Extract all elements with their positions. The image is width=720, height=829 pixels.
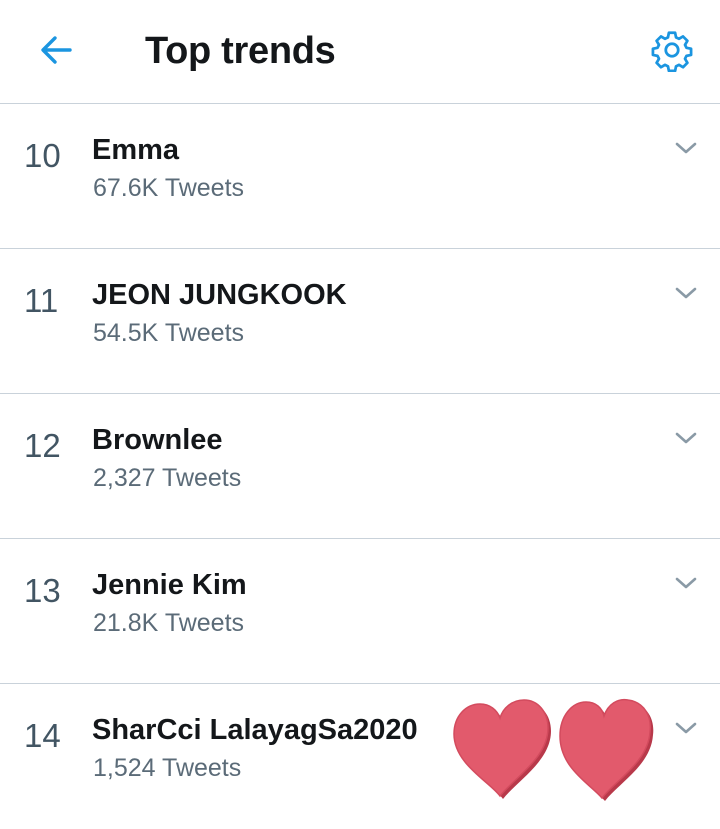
chevron-down-icon	[675, 577, 697, 589]
top-bar: Top trends	[0, 0, 720, 104]
settings-button[interactable]	[638, 16, 706, 84]
trend-options-button[interactable]	[668, 424, 704, 452]
trend-item[interactable]: 13 Jennie Kim 21.8K Tweets	[0, 539, 720, 684]
chevron-down-icon	[675, 722, 697, 734]
trend-name: Brownlee	[92, 424, 223, 456]
trend-name: Emma	[92, 134, 180, 166]
trend-name: Jennie Kim	[92, 569, 247, 601]
trend-tweet-count: 21.8K Tweets	[93, 609, 245, 637]
trend-rank: 13	[24, 572, 61, 609]
arrow-left-icon	[41, 36, 72, 64]
gear-icon	[651, 31, 693, 72]
back-button[interactable]	[22, 18, 90, 82]
trend-tweet-count: 2,327 Tweets	[93, 464, 242, 492]
trend-item[interactable]: 10 Emma 67.6K Tweets	[0, 104, 720, 249]
trend-options-button[interactable]	[668, 569, 704, 597]
trend-options-button[interactable]	[668, 279, 704, 307]
chevron-down-icon	[675, 142, 697, 154]
trend-item[interactable]: 12 Brownlee 2,327 Tweets	[0, 394, 720, 539]
trend-name: JEON JUNGKOOK	[92, 279, 347, 311]
trend-tweet-count: 54.5K Tweets	[93, 319, 245, 347]
trend-rank: 12	[24, 427, 61, 464]
trend-rank: 14	[24, 717, 61, 754]
trend-item[interactable]: 11 JEON JUNGKOOK 54.5K Tweets	[0, 249, 720, 394]
trend-options-button[interactable]	[668, 714, 704, 742]
page-title: Top trends	[145, 30, 336, 72]
trend-tweet-count: 67.6K Tweets	[93, 174, 245, 202]
chevron-down-icon	[675, 287, 697, 299]
trend-rank: 11	[24, 282, 59, 319]
chevron-down-icon	[675, 432, 697, 444]
trend-rank: 10	[24, 137, 61, 174]
trend-name: SharCci LalayagSa2020	[92, 714, 418, 746]
trend-item[interactable]: 14 SharCci LalayagSa2020 1,524 Tweets	[0, 684, 720, 829]
trend-list: 10 Emma 67.6K Tweets 11 JEON JUNGKOOK 54…	[0, 104, 720, 829]
trend-tweet-count: 1,524 Tweets	[93, 754, 242, 782]
trend-options-button[interactable]	[668, 134, 704, 162]
